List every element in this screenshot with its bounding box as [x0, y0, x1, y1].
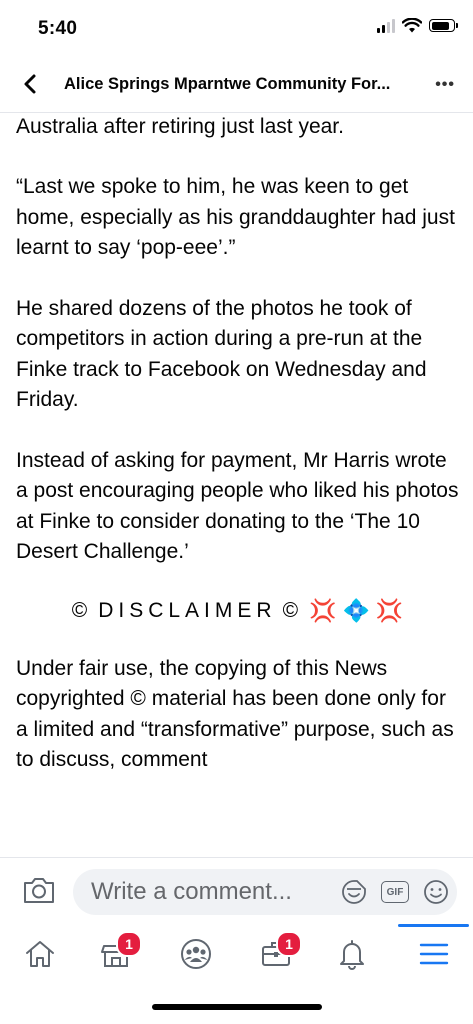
page-title: Alice Springs Mparntwe Community For...: [64, 75, 391, 93]
tab-marketplace[interactable]: 1: [92, 931, 142, 977]
sticker-icon[interactable]: [341, 879, 367, 905]
status-time: 5:40: [38, 18, 78, 39]
copyright-symbol: ©: [130, 687, 146, 710]
copyright-symbol: ©: [71, 598, 93, 622]
menu-icon: [419, 943, 449, 965]
post-paragraph: “Last we spoke to him, he was keen to ge…: [16, 175, 455, 259]
battery-icon: [429, 19, 458, 32]
tab-jobs[interactable]: 1: [252, 931, 302, 977]
home-indicator: [152, 1004, 322, 1010]
tab-groups[interactable]: [172, 931, 220, 977]
post-paragraph: He shared dozens of the photos he took o…: [16, 296, 427, 412]
wifi-icon: [402, 18, 422, 33]
active-tab-indicator: [398, 924, 469, 927]
anger-emoji-icon: 💢: [309, 597, 337, 623]
camera-icon[interactable]: [22, 875, 56, 905]
cellular-signal-icon: [377, 18, 395, 33]
emoji-icon[interactable]: [423, 879, 449, 905]
bell-icon: [340, 940, 364, 970]
tab-notifications[interactable]: [328, 931, 376, 977]
gif-icon[interactable]: GIF: [381, 881, 409, 903]
ellipsis-icon[interactable]: •••: [435, 76, 455, 94]
post-paragraph: Under fair use, the copying of this News…: [16, 654, 461, 776]
paragraph-text: Australia after retiring just last year.: [16, 115, 344, 138]
chevron-left-icon[interactable]: [20, 73, 42, 95]
groups-icon: [181, 939, 211, 969]
notification-badge: 1: [276, 931, 302, 957]
post-paragraph: Instead of asking for payment, Mr Harris…: [16, 448, 459, 564]
tab-bar: 1 1: [0, 923, 473, 985]
comment-input-icons: GIF: [341, 879, 449, 905]
notification-badge: 1: [116, 931, 142, 957]
post-text: Australia after retiring just last year.…: [16, 112, 461, 806]
comment-bar: GIF: [0, 857, 473, 924]
home-icon: [26, 941, 54, 967]
disclaimer-text: DISCLAIMER: [98, 598, 277, 622]
copyright-symbol: ©: [282, 598, 304, 622]
anger-emoji-icon: 💢: [375, 597, 404, 623]
status-bar: 5:40: [0, 0, 473, 56]
nav-header: Alice Springs Mparntwe Community For... …: [0, 56, 473, 113]
diamond-emoji-icon: 💠: [342, 597, 370, 623]
post-paragraph: Australia after retiring just last year.: [16, 112, 461, 142]
post-content: Australia after retiring just last year.…: [0, 112, 473, 857]
status-icons: [377, 18, 458, 33]
battery-level: [431, 21, 449, 30]
tab-menu[interactable]: [410, 931, 458, 977]
tab-home[interactable]: [16, 931, 64, 977]
disclaimer-heading: © DISCLAIMER © 💢 💠 💢: [14, 598, 461, 624]
